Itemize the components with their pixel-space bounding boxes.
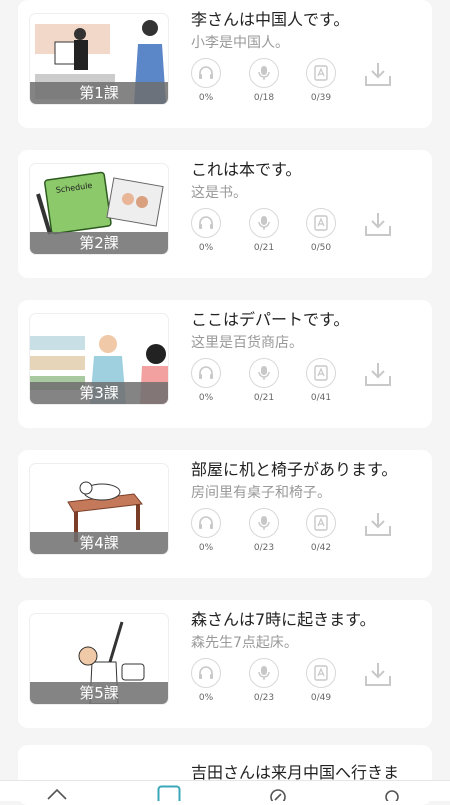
speak-progress[interactable]: 0/23 bbox=[249, 508, 283, 553]
vocabulary-card-icon bbox=[314, 665, 328, 681]
lesson-subtitle: 房间里有桌子和椅子。 bbox=[191, 485, 331, 501]
download-icon[interactable] bbox=[363, 510, 393, 538]
lesson-number: 第5課 bbox=[30, 682, 168, 704]
lesson-subtitle: 小李是中国人。 bbox=[191, 35, 289, 51]
lesson-thumbnail: Schedule 第2課 bbox=[30, 164, 168, 254]
microphone-icon bbox=[258, 516, 270, 530]
words-value: 0/50 bbox=[310, 243, 332, 253]
lesson-title: 部屋に机と椅子があります。 bbox=[191, 460, 398, 479]
profile-icon[interactable] bbox=[382, 787, 402, 801]
download-icon[interactable] bbox=[363, 210, 393, 238]
lesson-card[interactable]: 第3課 ここはデパートです。 这里是百货商店。 0% 0/21 0/41 bbox=[18, 300, 432, 428]
download-icon[interactable] bbox=[363, 360, 393, 388]
listen-progress[interactable]: 0% bbox=[191, 58, 225, 103]
lesson-thumbnail: 第1課 bbox=[30, 14, 168, 104]
vocabulary-card-icon bbox=[314, 65, 328, 81]
listen-value: 0% bbox=[198, 543, 214, 553]
words-progress[interactable]: 0/42 bbox=[306, 508, 340, 553]
words-progress[interactable]: 0/39 bbox=[306, 58, 340, 103]
vocabulary-card-icon bbox=[314, 215, 328, 231]
lesson-thumbnail: 第4課 bbox=[30, 464, 168, 554]
lesson-subtitle: 这是书。 bbox=[191, 185, 247, 201]
listen-value: 0% bbox=[198, 243, 214, 253]
vocabulary-card-icon bbox=[314, 515, 328, 531]
speak-value: 0/21 bbox=[253, 393, 275, 403]
lessons-tab-icon[interactable] bbox=[157, 785, 181, 801]
download-icon[interactable] bbox=[363, 660, 393, 688]
headphones-icon bbox=[199, 66, 213, 79]
headphones-icon bbox=[199, 216, 213, 229]
speak-progress[interactable]: 0/21 bbox=[249, 208, 283, 253]
listen-value: 0% bbox=[198, 93, 214, 103]
microphone-icon bbox=[258, 366, 270, 380]
words-value: 0/41 bbox=[310, 393, 332, 403]
words-progress[interactable]: 0/49 bbox=[306, 658, 340, 703]
lesson-thumbnail: 第5課 bbox=[30, 614, 168, 704]
headphones-icon bbox=[199, 516, 213, 529]
words-progress[interactable]: 0/50 bbox=[306, 208, 340, 253]
lesson-number: 第1課 bbox=[30, 82, 168, 104]
lesson-subtitle: 森先生7点起床。 bbox=[191, 635, 298, 651]
lesson-title: ここはデパートです。 bbox=[191, 310, 350, 329]
lesson-card[interactable]: 第5課 森さんは7時に起きます。 森先生7点起床。 0% 0/23 0/49 bbox=[18, 600, 432, 728]
headphones-icon bbox=[199, 666, 213, 679]
words-progress[interactable]: 0/41 bbox=[306, 358, 340, 403]
lesson-title: 李さんは中国人です。 bbox=[191, 10, 350, 29]
listen-progress[interactable]: 0% bbox=[191, 208, 225, 253]
speak-value: 0/18 bbox=[253, 93, 275, 103]
headphones-icon bbox=[199, 366, 213, 379]
download-icon[interactable] bbox=[363, 60, 393, 88]
words-value: 0/42 bbox=[310, 543, 332, 553]
speak-progress[interactable]: 0/21 bbox=[249, 358, 283, 403]
lesson-card[interactable]: 第1課 李さんは中国人です。 小李是中国人。 0% 0/18 0/39 bbox=[18, 0, 432, 128]
lesson-number: 第2課 bbox=[30, 232, 168, 254]
lesson-title: これは本です。 bbox=[191, 160, 302, 179]
words-value: 0/39 bbox=[310, 93, 332, 103]
listen-progress[interactable]: 0% bbox=[191, 658, 225, 703]
home-icon[interactable] bbox=[46, 787, 68, 801]
speak-value: 0/23 bbox=[253, 693, 275, 703]
lesson-thumbnail: 第3課 bbox=[30, 314, 168, 404]
microphone-icon bbox=[258, 216, 270, 230]
explore-icon[interactable] bbox=[268, 787, 288, 801]
lesson-card[interactable]: Schedule 第2課 これは本です。 这是书。 0% 0/21 0/50 bbox=[18, 150, 432, 278]
speak-progress[interactable]: 0/23 bbox=[249, 658, 283, 703]
listen-value: 0% bbox=[198, 393, 214, 403]
lesson-title: 森さんは7時に起きます。 bbox=[191, 610, 376, 629]
lesson-subtitle: 这里是百货商店。 bbox=[191, 335, 303, 351]
listen-value: 0% bbox=[198, 693, 214, 703]
speak-progress[interactable]: 0/18 bbox=[249, 58, 283, 103]
listen-progress[interactable]: 0% bbox=[191, 358, 225, 403]
speak-value: 0/23 bbox=[253, 543, 275, 553]
words-value: 0/49 bbox=[310, 693, 332, 703]
lesson-number: 第3課 bbox=[30, 382, 168, 404]
vocabulary-card-icon bbox=[314, 365, 328, 381]
lesson-number: 第4課 bbox=[30, 532, 168, 554]
bottom-tab-bar bbox=[0, 780, 450, 801]
lesson-card[interactable]: 第4課 部屋に机と椅子があります。 房间里有桌子和椅子。 0% 0/23 0/4… bbox=[18, 450, 432, 578]
listen-progress[interactable]: 0% bbox=[191, 508, 225, 553]
speak-value: 0/21 bbox=[253, 243, 275, 253]
microphone-icon bbox=[258, 66, 270, 80]
microphone-icon bbox=[258, 666, 270, 680]
